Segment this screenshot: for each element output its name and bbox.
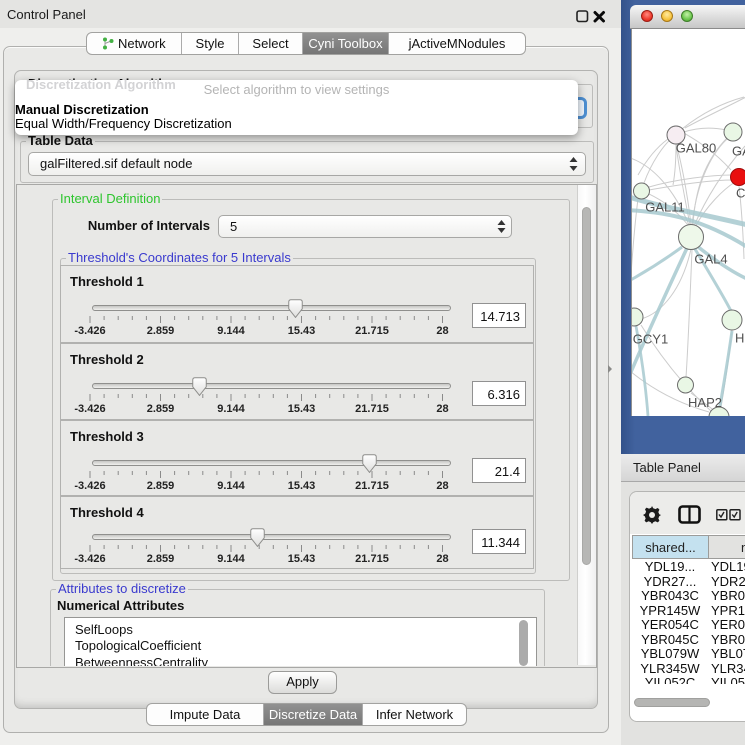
svg-text:GAL80: GAL80 — [676, 141, 716, 156]
svg-text:C: C — [736, 186, 745, 201]
svg-text:HAP2: HAP2 — [688, 395, 722, 410]
svg-text:GCY1: GCY1 — [633, 332, 668, 347]
svg-text:GAL11: GAL11 — [645, 200, 685, 215]
svg-text:GA: GA — [732, 144, 745, 159]
svg-text:GAL4: GAL4 — [694, 252, 727, 267]
svg-text:H: H — [735, 331, 744, 346]
